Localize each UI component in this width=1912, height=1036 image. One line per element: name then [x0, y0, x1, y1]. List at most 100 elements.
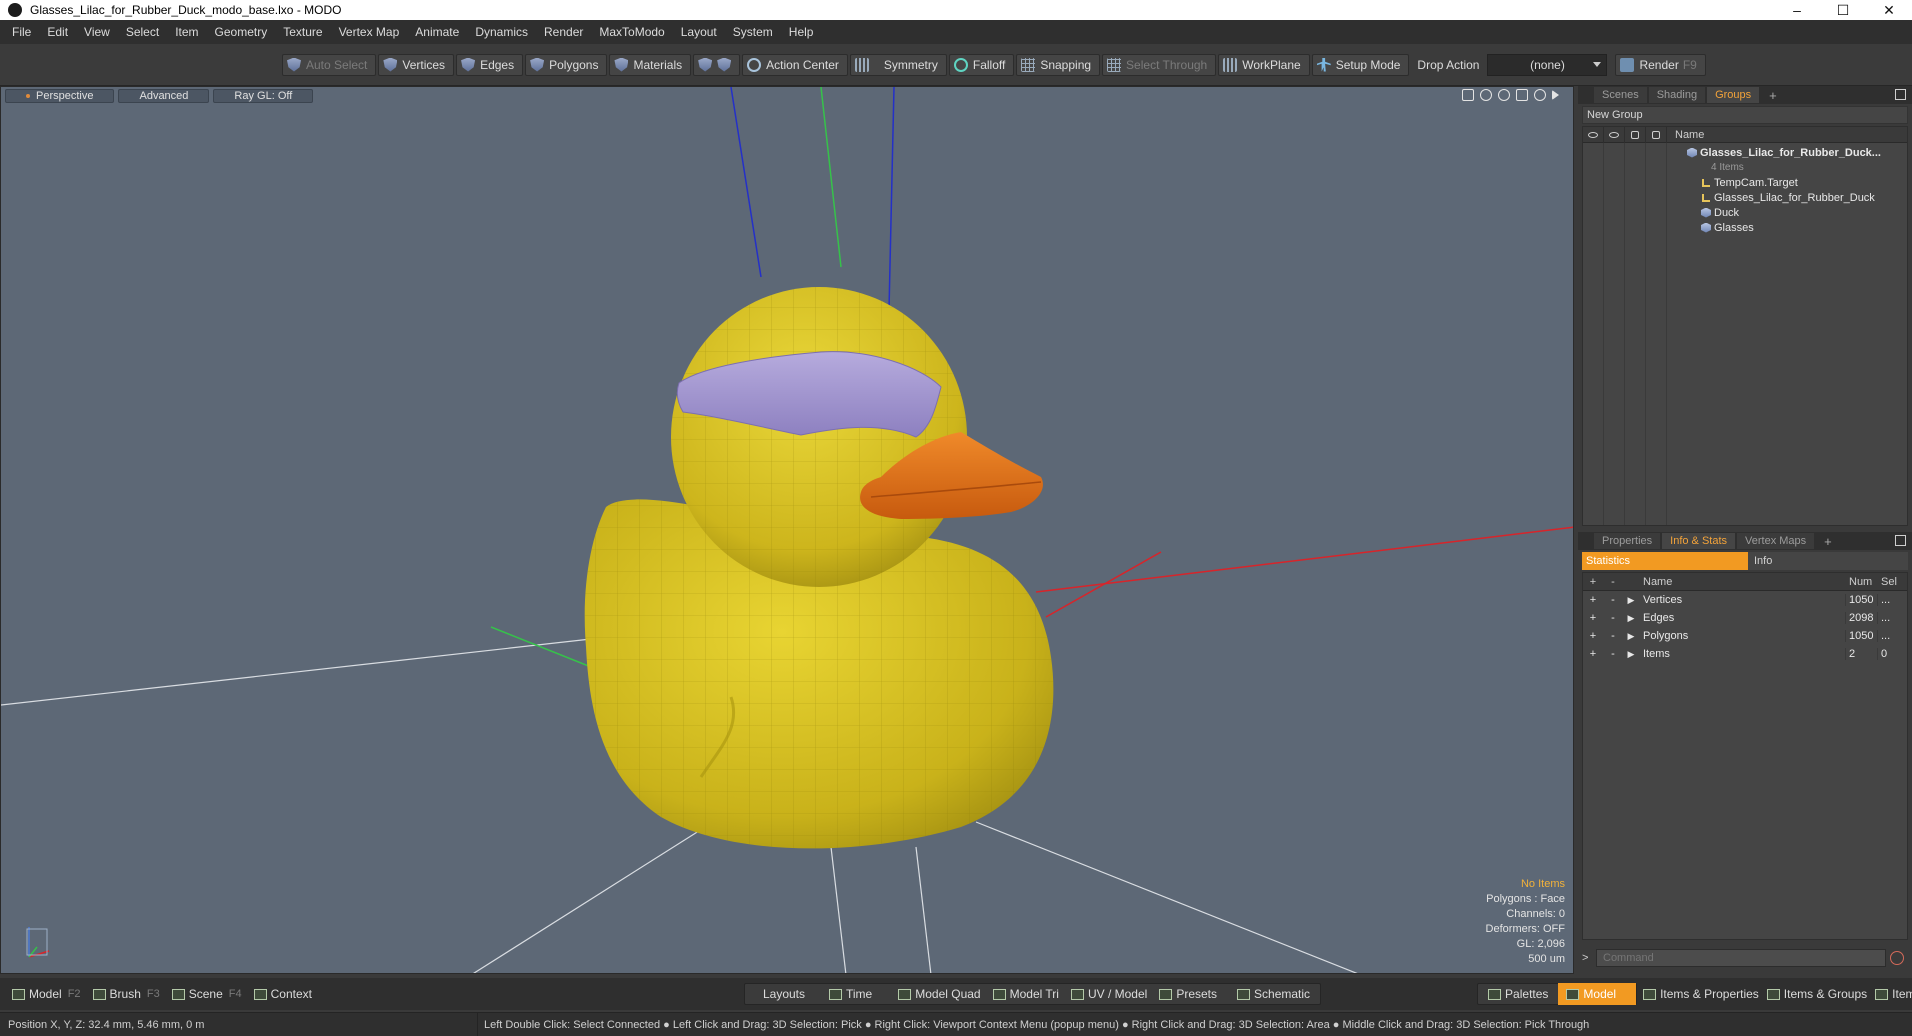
- add-selection-button[interactable]: +: [1583, 630, 1603, 642]
- items-properties-button[interactable]: Items & Properties: [1639, 984, 1763, 1004]
- new-group-button[interactable]: New Group: [1582, 106, 1908, 124]
- palettes-button[interactable]: Palettes: [1478, 984, 1558, 1004]
- pan-icon[interactable]: [1462, 89, 1474, 101]
- expand-arrow-icon[interactable]: ▶: [1623, 649, 1639, 660]
- remove-selection-button[interactable]: -: [1603, 612, 1623, 624]
- menu-help[interactable]: Help: [781, 25, 822, 39]
- menu-item[interactable]: Item: [167, 25, 206, 39]
- menu-select[interactable]: Select: [118, 25, 167, 39]
- schematic-button[interactable]: Schematic: [1231, 984, 1320, 1004]
- rotate-icon[interactable]: [1480, 89, 1492, 101]
- tree-item-row[interactable]: TempCam.Target: [1583, 175, 1907, 190]
- menu-edit[interactable]: Edit: [39, 25, 76, 39]
- add-tab-button[interactable]: +: [1761, 87, 1785, 103]
- menu-view[interactable]: View: [76, 25, 118, 39]
- maximize-button[interactable]: ☐: [1820, 0, 1866, 20]
- add-selection-button[interactable]: +: [1583, 648, 1603, 660]
- workplane-button[interactable]: WorkPlane: [1218, 53, 1310, 76]
- close-button[interactable]: ✕: [1866, 0, 1912, 20]
- command-input[interactable]: [1596, 949, 1886, 967]
- shading-mode-tab[interactable]: Advanced: [118, 89, 210, 103]
- stats-row[interactable]: + - ▶ Vertices 1050 ...: [1583, 591, 1907, 609]
- render-button[interactable]: Render F9: [1615, 53, 1706, 76]
- model-tab-button[interactable]: Model F2: [6, 984, 87, 1004]
- command-history-icon[interactable]: [1890, 951, 1904, 965]
- uv-model-button[interactable]: UV / Model: [1065, 984, 1153, 1004]
- menu-animate[interactable]: Animate: [407, 25, 467, 39]
- items-groups-button[interactable]: Items & Groups: [1763, 984, 1871, 1004]
- edges-button[interactable]: Edges: [456, 53, 524, 76]
- gear-icon[interactable]: [1534, 89, 1546, 101]
- falloff-button[interactable]: Falloff: [948, 53, 1015, 76]
- minimize-button[interactable]: –: [1774, 0, 1820, 20]
- vertices-button[interactable]: Vertices: [378, 53, 455, 76]
- menu-layout[interactable]: Layout: [673, 25, 725, 39]
- action-center-button[interactable]: Action Center: [742, 53, 848, 76]
- 3d-viewport[interactable]: Perspective Advanced Ray GL: Off No Item…: [0, 86, 1574, 974]
- time-button[interactable]: Time: [823, 984, 892, 1004]
- fit-icon[interactable]: [1516, 89, 1528, 101]
- stats-row[interactable]: + - ▶ Edges 2098 ...: [1583, 609, 1907, 627]
- tab-shading[interactable]: Shading: [1648, 87, 1706, 103]
- menu-geometry[interactable]: Geometry: [207, 25, 276, 39]
- maximize-panel-icon[interactable]: [1895, 535, 1906, 546]
- tab-groups[interactable]: Groups: [1707, 87, 1760, 103]
- tab-info-stats[interactable]: Info & Stats: [1662, 533, 1736, 549]
- visibility-column[interactable]: [1583, 126, 1604, 143]
- items-shading-button[interactable]: Items & Shading: [1871, 984, 1912, 1004]
- menu-vertex-map[interactable]: Vertex Map: [331, 25, 408, 39]
- menu-maxtomodo[interactable]: MaxToModo: [591, 25, 672, 39]
- tree-item-row[interactable]: Glasses: [1583, 220, 1907, 235]
- add-selection-button[interactable]: +: [1583, 612, 1603, 624]
- snapping-button[interactable]: Snapping: [1016, 53, 1101, 76]
- remove-selection-button[interactable]: -: [1603, 648, 1623, 660]
- remove-selection-button[interactable]: -: [1603, 594, 1623, 606]
- menu-dynamics[interactable]: Dynamics: [467, 25, 536, 39]
- render-column[interactable]: [1604, 126, 1625, 143]
- maximize-panel-icon[interactable]: [1895, 89, 1906, 100]
- auto-select-button[interactable]: Auto Select: [282, 53, 377, 76]
- stats-row[interactable]: + - ▶ Items 2 0: [1583, 645, 1907, 663]
- tab-statistics[interactable]: Statistics: [1582, 552, 1748, 570]
- layouts-button[interactable]: Layouts: [745, 984, 823, 1004]
- tree-item-row[interactable]: Glasses_Lilac_for_Rubber_Duck: [1583, 190, 1907, 205]
- menu-system[interactable]: System: [725, 25, 781, 39]
- symmetry-button[interactable]: Symmetry: [849, 53, 947, 76]
- model-layout-button[interactable]: Model: [1558, 983, 1637, 1005]
- view-type-tab[interactable]: Perspective: [5, 89, 115, 103]
- expand-arrow-icon[interactable]: ▶: [1623, 613, 1639, 624]
- tab-scenes[interactable]: Scenes: [1594, 87, 1647, 103]
- context-tab-button[interactable]: Context: [248, 984, 318, 1004]
- tree-group-row[interactable]: Glasses_Lilac_for_Rubber_Duck...: [1583, 145, 1907, 160]
- menu-render[interactable]: Render: [536, 25, 591, 39]
- collapse-all-button[interactable]: -: [1603, 576, 1623, 588]
- model-quad-button[interactable]: Model Quad: [892, 984, 986, 1004]
- tree-item-row[interactable]: Duck: [1583, 205, 1907, 220]
- expand-all-button[interactable]: +: [1583, 576, 1603, 588]
- tab-info[interactable]: Info: [1748, 552, 1908, 570]
- raygl-tab[interactable]: Ray GL: Off: [213, 89, 314, 103]
- remove-selection-button[interactable]: -: [1603, 630, 1623, 642]
- select-column[interactable]: [1646, 126, 1667, 143]
- model-tri-button[interactable]: Model Tri: [987, 984, 1065, 1004]
- setup-mode-button[interactable]: Setup Mode: [1311, 53, 1410, 76]
- materials-button[interactable]: Materials: [609, 53, 692, 76]
- lock-column[interactable]: [1625, 126, 1646, 143]
- zoom-icon[interactable]: [1498, 89, 1510, 101]
- polygons-button[interactable]: Polygons: [525, 53, 608, 76]
- tab-properties[interactable]: Properties: [1594, 533, 1661, 549]
- add-selection-button[interactable]: +: [1583, 594, 1603, 606]
- expand-arrow-icon[interactable]: ▶: [1623, 631, 1639, 642]
- item-mode-button[interactable]: [693, 53, 741, 76]
- play-icon[interactable]: [1552, 90, 1559, 100]
- presets-button[interactable]: Presets: [1153, 984, 1231, 1004]
- menu-file[interactable]: File: [4, 25, 39, 39]
- select-through-button[interactable]: Select Through: [1102, 53, 1217, 76]
- scene-tab-button[interactable]: Scene F4: [166, 984, 248, 1004]
- add-tab-button[interactable]: +: [1816, 533, 1840, 549]
- drop-action-select[interactable]: (none): [1487, 53, 1608, 76]
- expand-arrow-icon[interactable]: ▶: [1623, 595, 1639, 606]
- brush-tab-button[interactable]: Brush F3: [87, 984, 166, 1004]
- menu-texture[interactable]: Texture: [275, 25, 330, 39]
- stats-row[interactable]: + - ▶ Polygons 1050 ...: [1583, 627, 1907, 645]
